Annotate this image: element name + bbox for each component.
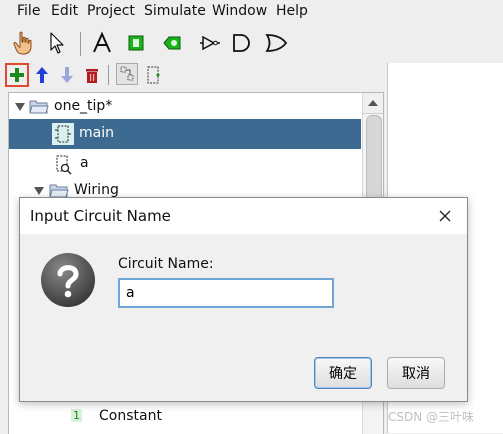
layout-view-button[interactable] (116, 63, 138, 85)
circuit-name-input[interactable] (118, 278, 334, 308)
menu-bar: File Edit Project Simulate Window Help (0, 0, 503, 22)
move-down-icon[interactable] (60, 66, 74, 84)
project-name: one_tip* (54, 98, 113, 114)
move-up-icon[interactable] (35, 66, 49, 84)
tree-node-project[interactable]: one_tip* (9, 93, 361, 121)
add-circuit-button[interactable] (5, 63, 29, 87)
menu-help[interactable]: Help (276, 2, 308, 20)
or-gate-icon[interactable] (264, 32, 290, 54)
tool-toolbar (0, 28, 503, 60)
expand-triangle-icon[interactable] (34, 187, 44, 195)
circuit-icon (52, 123, 74, 145)
hand-poke-icon[interactable] (12, 31, 34, 55)
menu-project[interactable]: Project (87, 2, 135, 20)
dialog-title: Input Circuit Name (30, 207, 171, 225)
scroll-up-button[interactable] (363, 93, 383, 114)
input-circuit-name-dialog: Input Circuit Name Circuit Name: 确定 取消 (19, 197, 468, 402)
tree-node-circuit-a[interactable]: a (9, 150, 361, 178)
menu-edit[interactable]: Edit (51, 2, 78, 20)
dialog-close-button[interactable] (430, 201, 460, 231)
circuit-label-main: main (79, 125, 114, 141)
menu-file[interactable]: File (17, 2, 40, 20)
ok-button[interactable]: 确定 (314, 357, 372, 389)
delete-icon[interactable] (84, 66, 100, 84)
question-icon (41, 253, 95, 307)
text-tool-icon[interactable] (91, 31, 113, 55)
not-gate-icon[interactable] (198, 33, 222, 53)
constant-icon: 1 (71, 409, 82, 422)
circuit-label-a: a (80, 155, 89, 171)
expand-triangle-icon[interactable] (15, 103, 25, 111)
menu-simulate[interactable]: Simulate (144, 2, 206, 20)
circuit-name-label: Circuit Name: (118, 256, 214, 272)
toolbar-separator (80, 32, 81, 56)
and-gate-icon[interactable] (230, 32, 254, 54)
component-label-constant: Constant (99, 408, 162, 424)
output-pin-icon[interactable] (160, 33, 184, 53)
toolbar-separator (108, 65, 109, 85)
folder-open-icon (29, 100, 49, 114)
cancel-button[interactable]: 取消 (387, 357, 445, 389)
circuit-icon (56, 155, 72, 175)
select-arrow-icon[interactable] (47, 31, 67, 55)
dialog-title-bar: Input Circuit Name (20, 198, 467, 234)
input-pin-icon[interactable] (126, 33, 146, 53)
watermark: CSDN @三叶味 (388, 410, 475, 424)
folder-open-icon (49, 184, 69, 198)
plus-icon (10, 68, 24, 82)
folder-label-wiring: Wiring (74, 182, 119, 198)
tree-node-constant[interactable]: 1 Constant (9, 404, 361, 432)
chevron-up-icon (368, 100, 378, 106)
menu-window[interactable]: Window (212, 2, 267, 20)
appearance-view-icon[interactable] (143, 64, 163, 86)
tree-node-circuit-main[interactable]: main (9, 119, 361, 149)
close-icon (439, 210, 451, 222)
layout-view-icon (120, 66, 134, 81)
